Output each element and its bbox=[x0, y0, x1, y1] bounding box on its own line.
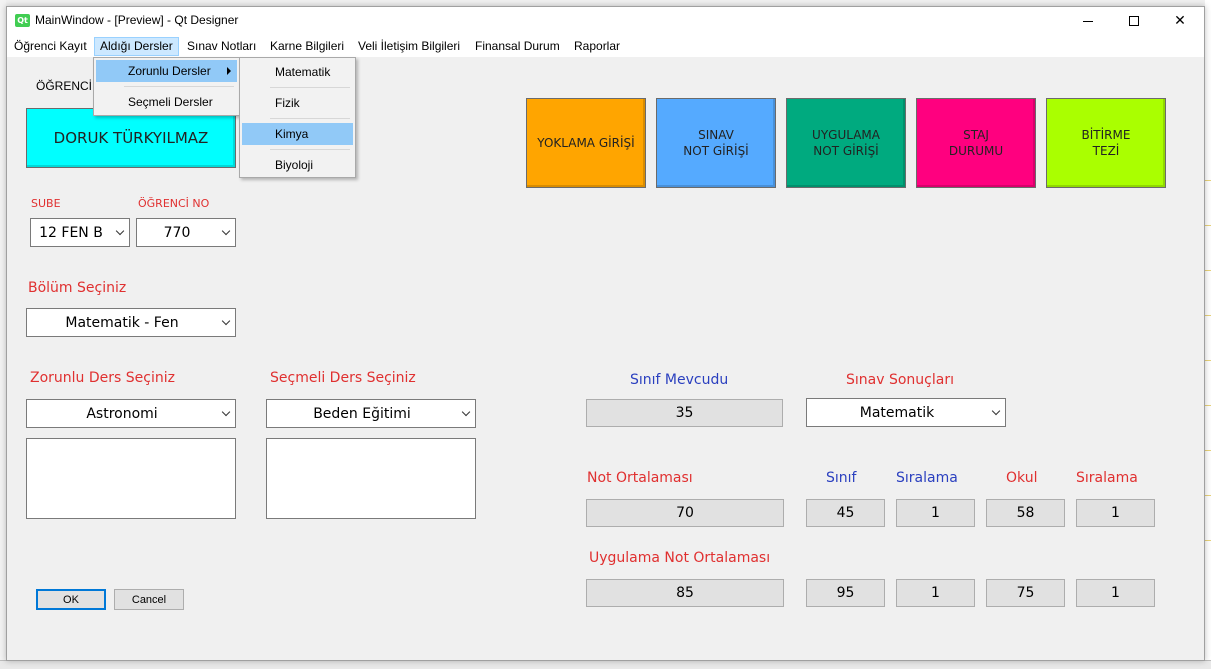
menu-separator bbox=[270, 87, 350, 88]
menu-bar: Öğrenci Kayıt Aldığı Dersler Sınav Notla… bbox=[7, 35, 1204, 57]
menu-item-kimya[interactable]: Kimya bbox=[242, 123, 353, 145]
cancel-button[interactable]: Cancel bbox=[114, 589, 184, 610]
uygulama-label: Uygulama Not Ortalaması bbox=[589, 550, 771, 566]
secmeli-list[interactable] bbox=[266, 438, 476, 519]
not-okul-siralama-field: 1 bbox=[1076, 499, 1155, 527]
zorunlu-value: Astronomi bbox=[86, 405, 158, 422]
minimize-icon bbox=[1083, 20, 1093, 22]
sinav-sonuclari-combo[interactable]: Matematik bbox=[806, 398, 1006, 427]
secmeli-combo[interactable]: Beden Eğitimi bbox=[266, 399, 476, 428]
sinav-sonuclari-value: Matematik bbox=[859, 404, 935, 421]
sube-label: SUBE bbox=[31, 197, 61, 210]
chevron-down-icon bbox=[457, 407, 475, 417]
zorunlu-list[interactable] bbox=[26, 438, 236, 519]
menu-item-matematik[interactable]: Matematik bbox=[242, 61, 353, 83]
title-bar[interactable]: Qt MainWindow - [Preview] - Qt Designer … bbox=[7, 7, 1204, 35]
menu-separator bbox=[270, 149, 350, 150]
chevron-down-icon bbox=[217, 407, 235, 417]
menu-veli-iletisim[interactable]: Veli İletişim Bilgileri bbox=[353, 37, 465, 56]
yoklama-girisi-button[interactable]: YOKLAMA GİRİŞİ bbox=[526, 98, 646, 188]
menu-karne-bilgileri[interactable]: Karne Bilgileri bbox=[265, 37, 349, 56]
col-sinif-label: Sınıf bbox=[826, 470, 857, 486]
menu-separator bbox=[124, 86, 234, 87]
menu-raporlar[interactable]: Raporlar bbox=[569, 37, 625, 56]
not-okul-field: 58 bbox=[986, 499, 1065, 527]
menu-sinav-notlari[interactable]: Sınav Notları bbox=[182, 37, 261, 56]
menu-aldigi-dersler[interactable]: Aldığı Dersler bbox=[94, 37, 179, 56]
col-siralama-label: Sıralama bbox=[896, 470, 958, 486]
secmeli-value: Beden Eğitimi bbox=[313, 405, 411, 422]
menu-item-zorunlu-dersler[interactable]: Zorunlu Dersler bbox=[96, 60, 237, 82]
close-icon: ✕ bbox=[1174, 13, 1186, 29]
zorunlu-dersler-submenu: Matematik Fizik Kimya Biyoloji bbox=[239, 57, 356, 178]
background-window-bottom bbox=[0, 660, 1211, 669]
uygulama-okul-field: 75 bbox=[986, 579, 1065, 607]
uygulama-sinif-siralama-field: 1 bbox=[896, 579, 975, 607]
student-name-display[interactable]: DORUK TÜRKYILMAZ bbox=[26, 108, 236, 168]
screen: Qt MainWindow - [Preview] - Qt Designer … bbox=[0, 0, 1211, 669]
ok-button[interactable]: OK bbox=[36, 589, 106, 610]
ogrenci-no-label: ÖĞRENCİ NO bbox=[138, 197, 210, 210]
ogrenci-no-combo[interactable]: 770 bbox=[136, 218, 236, 247]
bitirme-tezi-button[interactable]: BİTİRME TEZİ bbox=[1046, 98, 1166, 188]
chevron-down-icon bbox=[217, 316, 235, 326]
col-okul-label: Okul bbox=[1006, 470, 1038, 486]
chevron-down-icon bbox=[987, 406, 1005, 416]
qt-app-icon: Qt bbox=[15, 14, 30, 27]
menu-ogrenci-kayit[interactable]: Öğrenci Kayıt bbox=[9, 37, 92, 56]
ogrenci-no-value: 770 bbox=[163, 224, 191, 241]
menu-item-secmeli-dersler[interactable]: Seçmeli Dersler bbox=[96, 91, 237, 113]
uygulama-not-girisi-button[interactable]: UYGULAMA NOT GİRİŞİ bbox=[786, 98, 906, 188]
uygulama-okul-siralama-field: 1 bbox=[1076, 579, 1155, 607]
sube-combo[interactable]: 12 FEN B bbox=[30, 218, 130, 247]
sinif-mevcudu-field: 35 bbox=[586, 399, 783, 427]
bolum-combo[interactable]: Matematik - Fen bbox=[26, 308, 236, 337]
secmeli-label: Seçmeli Ders Seçiniz bbox=[270, 370, 416, 386]
staj-durumu-button[interactable]: STAJ DURUMU bbox=[916, 98, 1036, 188]
not-ortalamasi-field: 70 bbox=[586, 499, 784, 527]
zorunlu-label: Zorunlu Ders Seçiniz bbox=[30, 370, 175, 386]
bolum-label: Bölüm Seçiniz bbox=[28, 280, 127, 296]
menu-item-fizik[interactable]: Fizik bbox=[242, 92, 353, 114]
not-sinif-siralama-field: 1 bbox=[896, 499, 975, 527]
not-ortalamasi-label: Not Ortalaması bbox=[587, 470, 693, 486]
uygulama-field: 85 bbox=[586, 579, 784, 607]
menu-separator bbox=[270, 118, 350, 119]
aldigi-dersler-menu: Zorunlu Dersler Seçmeli Dersler bbox=[93, 57, 240, 116]
menu-finansal-durum[interactable]: Finansal Durum bbox=[470, 37, 565, 56]
sinif-mevcudu-label: Sınıf Mevcudu bbox=[630, 372, 729, 388]
menu-item-biyoloji[interactable]: Biyoloji bbox=[242, 154, 353, 176]
maximize-button[interactable] bbox=[1111, 7, 1157, 35]
window-title: MainWindow - [Preview] - Qt Designer bbox=[35, 13, 239, 27]
not-sinif-field: 45 bbox=[806, 499, 885, 527]
minimize-button[interactable] bbox=[1065, 7, 1111, 35]
bolum-value: Matematik - Fen bbox=[65, 314, 179, 331]
maximize-icon bbox=[1129, 16, 1139, 26]
chevron-down-icon bbox=[217, 226, 235, 236]
main-window: Qt MainWindow - [Preview] - Qt Designer … bbox=[6, 6, 1205, 661]
submenu-arrow-icon bbox=[227, 67, 231, 75]
uygulama-sinif-field: 95 bbox=[806, 579, 885, 607]
background-window-right bbox=[1205, 0, 1211, 669]
sinav-sonuclari-label: Sınav Sonuçları bbox=[846, 372, 954, 388]
chevron-down-icon bbox=[111, 226, 129, 236]
zorunlu-combo[interactable]: Astronomi bbox=[26, 399, 236, 428]
close-button[interactable]: ✕ bbox=[1157, 7, 1203, 35]
sinav-not-girisi-button[interactable]: SINAV NOT GİRİŞİ bbox=[656, 98, 776, 188]
col-okul-siralama-label: Sıralama bbox=[1076, 470, 1138, 486]
sube-value: 12 FEN B bbox=[39, 224, 103, 241]
ogrenci-label: ÖĞRENCİ . bbox=[36, 79, 99, 93]
